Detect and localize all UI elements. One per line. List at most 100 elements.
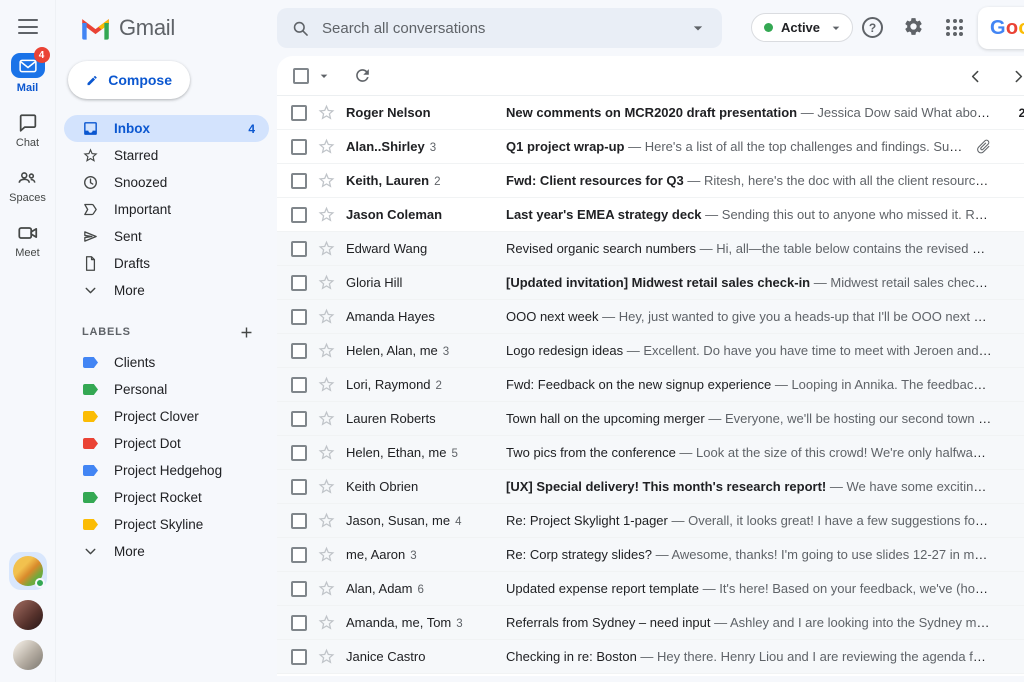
row-checkbox[interactable]: [291, 104, 307, 121]
sidebar-label-item[interactable]: Project Hedgehog: [64, 457, 269, 484]
star-icon[interactable]: [317, 579, 336, 598]
email-row[interactable]: Gloria Hill [Updated invitation] Midwest…: [277, 266, 1024, 300]
refresh-icon[interactable]: [353, 66, 372, 85]
star-icon[interactable]: [317, 341, 336, 360]
star-icon[interactable]: [317, 443, 336, 462]
sidebar-item-inbox[interactable]: Inbox 4: [64, 115, 269, 142]
rail-item-chat[interactable]: Chat: [16, 112, 39, 149]
pencil-icon: [86, 72, 98, 89]
sidebar-label-item[interactable]: Project Rocket: [64, 484, 269, 511]
rail-item-meet[interactable]: Meet: [15, 222, 40, 259]
sidebar-label-item[interactable]: Project Skyline: [64, 511, 269, 538]
row-checkbox[interactable]: [291, 240, 307, 257]
star-icon[interactable]: [317, 409, 336, 428]
sidebar-label-item[interactable]: Clients: [64, 349, 269, 376]
sidebar-item-starred[interactable]: Starred: [64, 142, 269, 169]
older-page-chevron-right-icon[interactable]: [1010, 68, 1024, 85]
star-icon[interactable]: [317, 613, 336, 632]
email-row[interactable]: Jason Coleman Last year's EMEA strategy …: [277, 198, 1024, 232]
email-row[interactable]: Amanda, me, Tom 3 Referrals from Sydney …: [277, 606, 1024, 640]
row-checkbox[interactable]: [291, 410, 307, 427]
email-row[interactable]: Amanda Hayes OOO next week — Hey, just w…: [277, 300, 1024, 334]
email-row[interactable]: Janice Castro Checking in re: Boston — H…: [277, 640, 1024, 674]
email-row[interactable]: Jason, Susan, me 4 Re: Project Skylight …: [277, 504, 1024, 538]
rail-item-mail[interactable]: 4 Mail: [9, 47, 50, 94]
row-checkbox[interactable]: [291, 308, 307, 325]
inbox-count: 4: [248, 121, 255, 136]
row-checkbox[interactable]: [291, 648, 307, 665]
email-date: Nov: [1002, 310, 1024, 324]
star-icon[interactable]: [317, 273, 336, 292]
avatar-3[interactable]: [12, 640, 43, 670]
email-row[interactable]: Lori, Raymond 2 Fwd: Feedback on the new…: [277, 368, 1024, 402]
newer-page-chevron-left-icon[interactable]: [967, 68, 984, 85]
google-account-card[interactable]: Goog: [978, 7, 1024, 49]
sidebar-item-sent[interactable]: Sent: [64, 223, 269, 250]
star-icon[interactable]: [317, 375, 336, 394]
email-row[interactable]: Helen, Ethan, me 5 Two pics from the con…: [277, 436, 1024, 470]
email-row[interactable]: Helen, Alan, me 3 Logo redesign ideas — …: [277, 334, 1024, 368]
star-icon[interactable]: [317, 171, 336, 190]
email-row[interactable]: Keith, Lauren 2 Fwd: Client resources fo…: [277, 164, 1024, 198]
list-toolbar: [277, 56, 1024, 96]
email-row[interactable]: Edward Wang Revised organic search numbe…: [277, 232, 1024, 266]
gmail-logo[interactable]: Gmail: [80, 15, 277, 41]
email-row[interactable]: Alan, Adam 6 Updated expense report temp…: [277, 572, 1024, 606]
sidebar-label-item[interactable]: Personal: [64, 376, 269, 403]
row-checkbox[interactable]: [291, 580, 307, 597]
star-icon[interactable]: [317, 477, 336, 496]
sidebar-label-item[interactable]: Project Dot: [64, 430, 269, 457]
email-row[interactable]: Lauren Roberts Town hall on the upcoming…: [277, 402, 1024, 436]
star-icon[interactable]: [317, 647, 336, 666]
search-icon[interactable]: [291, 19, 310, 38]
sidebar-item-important[interactable]: Important: [64, 196, 269, 223]
row-checkbox[interactable]: [291, 342, 307, 359]
email-row[interactable]: Roger Nelson New comments on MCR2020 dra…: [277, 96, 1024, 130]
sidebar-label-item[interactable]: Project Clover: [64, 403, 269, 430]
row-checkbox[interactable]: [291, 444, 307, 461]
row-checkbox[interactable]: [291, 546, 307, 563]
star-icon[interactable]: [317, 545, 336, 564]
row-checkbox[interactable]: [291, 206, 307, 223]
sidebar-item-more-labels[interactable]: More: [64, 538, 269, 565]
status-selector[interactable]: Active: [751, 13, 854, 42]
row-checkbox[interactable]: [291, 172, 307, 189]
rail-label-chat: Chat: [15, 137, 40, 149]
sidebar-item-drafts[interactable]: Drafts: [64, 250, 269, 277]
avatar-2[interactable]: [12, 600, 43, 630]
search-options-caret-icon[interactable]: [688, 18, 708, 38]
help-button[interactable]: ?: [862, 17, 883, 38]
compose-button[interactable]: Compose: [68, 61, 190, 99]
rail-item-spaces[interactable]: Spaces: [9, 167, 46, 204]
search-input[interactable]: [322, 19, 676, 37]
google-apps-grid-icon[interactable]: [946, 19, 963, 36]
row-checkbox[interactable]: [291, 614, 307, 631]
star-icon[interactable]: [317, 239, 336, 258]
select-all-checkbox[interactable]: [293, 67, 309, 84]
settings-gear-icon[interactable]: [903, 16, 924, 37]
star-icon[interactable]: [317, 205, 336, 224]
row-checkbox[interactable]: [291, 138, 307, 155]
avatar-1[interactable]: [8, 552, 47, 590]
thread-count: 3: [410, 550, 417, 562]
star-icon[interactable]: [317, 137, 336, 156]
row-checkbox[interactable]: [291, 512, 307, 529]
sidebar-item-more[interactable]: More: [64, 277, 269, 304]
row-checkbox[interactable]: [291, 478, 307, 495]
row-checkbox[interactable]: [291, 274, 307, 291]
create-label-button[interactable]: [238, 324, 255, 341]
email-row[interactable]: Alan..Shirley 3 Q1 project wrap-up — Her…: [277, 130, 1024, 164]
star-icon[interactable]: [317, 307, 336, 326]
subject-snippet-separator: —: [810, 275, 831, 290]
email-row[interactable]: me, Aaron 3 Re: Corp strategy slides? — …: [277, 538, 1024, 572]
email-row[interactable]: Keith Obrien [UX] Special delivery! This…: [277, 470, 1024, 504]
star-icon[interactable]: [317, 103, 336, 122]
select-all-caret-icon[interactable]: [316, 68, 332, 84]
sidebar-item-snoozed[interactable]: Snoozed: [64, 169, 269, 196]
star-icon[interactable]: [317, 511, 336, 530]
important-icon: [82, 201, 99, 218]
email-sender: Keith Obrien: [346, 479, 419, 494]
main-menu-button[interactable]: [17, 19, 38, 34]
row-checkbox[interactable]: [291, 376, 307, 393]
email-snippet: Overall, it looks great! I have a few su…: [688, 513, 992, 528]
